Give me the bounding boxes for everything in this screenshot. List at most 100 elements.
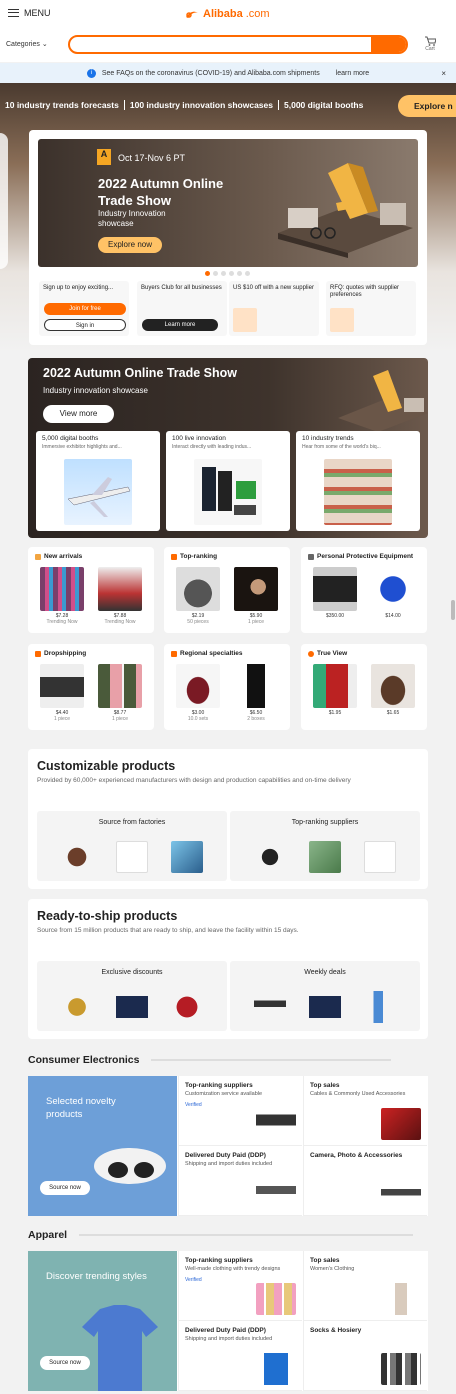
tile-top-ranking[interactable]: Top-ranking $2.19 50 pieces $5.90 1 piece: [164, 547, 290, 633]
product-item[interactable]: $8.77 1 piece: [94, 664, 146, 724]
hamburger-icon: [8, 9, 19, 17]
exclusive-discounts-box[interactable]: Exclusive discounts: [37, 961, 227, 1031]
apparel-heading: Apparel: [28, 1229, 414, 1241]
sign-in-button[interactable]: Sign in: [44, 319, 126, 331]
tile-header: Personal Protective Equipment: [308, 553, 413, 560]
trade-card-innovation[interactable]: 100 live innovation Interact directly wi…: [166, 431, 290, 531]
polo-image-icon: [308, 991, 341, 1023]
tile-regional[interactable]: Regional specialties $3.00 10.0 sets $6.5…: [164, 644, 290, 730]
top-suppliers-box[interactable]: Top-ranking suppliers: [230, 811, 420, 881]
divider: [79, 1234, 414, 1236]
product-item[interactable]: $5.90 1 piece: [230, 567, 282, 627]
regional-icon: [171, 650, 177, 657]
logo-mark-icon: [186, 11, 198, 18]
tile-dropshipping[interactable]: Dropshipping $4.40 1 piece $8.77 1 piece: [28, 644, 154, 730]
learn-more-link[interactable]: learn more: [336, 70, 369, 77]
product-item[interactable]: $6.50 2 boxes: [230, 664, 282, 724]
card-desc: Hear from some of the world's biq...: [302, 444, 381, 450]
electronics-camera[interactable]: Camera, Photo & Accessories: [303, 1146, 427, 1216]
carousel-dot[interactable]: [245, 271, 250, 276]
watch-image-icon: [253, 841, 286, 873]
strip-item[interactable]: 10 industry trends forecasts: [0, 100, 125, 110]
strip-item[interactable]: 100 industry innovation showcases: [125, 100, 279, 110]
apparel-feature[interactable]: Discover trending styles Source now: [28, 1251, 177, 1391]
trade-card-trends[interactable]: 10 industry trends Hear from some of the…: [296, 431, 420, 531]
join-free-button[interactable]: Join for free: [44, 303, 126, 315]
notice-text[interactable]: See FAQs on the coronavirus (COVID-19) a…: [102, 70, 320, 77]
product-image: [313, 664, 357, 708]
category-title[interactable]: Apparel: [28, 1229, 67, 1241]
promo-text: RFQ: quotes with supplier preferences: [330, 285, 400, 298]
scrollbar[interactable]: [451, 600, 455, 620]
explore-now-button[interactable]: Explore now: [98, 237, 162, 253]
carousel-dot[interactable]: [213, 271, 218, 276]
electronics-ddp[interactable]: Delivered Duty Paid (DDP) Shipping and i…: [178, 1146, 302, 1216]
source-factories-box[interactable]: Source from factories: [37, 811, 227, 881]
tile-header: Dropshipping: [35, 650, 86, 657]
strip-item[interactable]: 5,000 digital booths: [279, 100, 368, 110]
electronics-feature[interactable]: Selected novelty products Source now: [28, 1076, 177, 1216]
weekly-deals-box[interactable]: Weekly deals: [230, 961, 420, 1031]
product-item[interactable]: $7.88 Trending Now: [94, 567, 146, 627]
product-item[interactable]: $7.28 Trending Now: [36, 567, 88, 627]
product-image: [371, 664, 415, 708]
promo-coupon[interactable]: US $10 off with a new supplier: [229, 281, 319, 336]
a-logo-icon: A: [97, 149, 111, 165]
search-button[interactable]: [371, 37, 406, 52]
explore-button[interactable]: Explore n: [398, 95, 456, 117]
alibaba-logo[interactable]: Alibaba .com: [184, 8, 270, 20]
electronics-top-suppliers[interactable]: Top-ranking suppliers Customization serv…: [178, 1076, 302, 1146]
drone-image-icon: [253, 991, 286, 1023]
source-now-button[interactable]: Source now: [40, 1356, 90, 1370]
electronics-block: Selected novelty products Source now Top…: [28, 1076, 428, 1216]
apparel-top-sales[interactable]: Top sales Women's Clothing: [303, 1251, 427, 1321]
electronics-heading: Consumer Electronics: [28, 1054, 392, 1066]
apparel-socks[interactable]: Socks & Hosiery: [303, 1321, 427, 1391]
electronics-top-sales[interactable]: Top sales Cables & Commonly Used Accesso…: [303, 1076, 427, 1146]
product-item[interactable]: $2.19 50 pieces: [172, 567, 224, 627]
tile-true-view[interactable]: True View $1.95 $1.65: [301, 644, 427, 730]
tile-header: True View: [308, 650, 347, 657]
tile-new-arrivals[interactable]: New arrivals $7.28 Trending Now $7.88 Tren…: [28, 547, 154, 633]
category-title[interactable]: Consumer Electronics: [28, 1054, 139, 1066]
learn-more-button[interactable]: Learn more: [142, 319, 218, 331]
earrings-image-icon: [364, 841, 397, 873]
carousel-dot[interactable]: [229, 271, 234, 276]
product-item[interactable]: $4.40 1 piece: [36, 664, 88, 724]
promo-rfq[interactable]: RFQ: quotes with supplier preferences: [326, 281, 416, 336]
menu-button[interactable]: MENU: [8, 8, 51, 18]
product-item[interactable]: $1.95: [309, 664, 361, 724]
event-date: Oct 17-Nov 6 PT: [118, 153, 186, 163]
promo-text: Sign up to enjoy exciting...: [43, 285, 114, 291]
hero-banner[interactable]: A Oct 17-Nov 6 PT 2022 Autumn Online Tra…: [38, 139, 418, 267]
drone-image-icon: [256, 1178, 296, 1210]
tile-ppe[interactable]: Personal Protective Equipment $350.00 $1…: [301, 547, 427, 633]
socks-image-icon: [381, 1353, 421, 1385]
promo-buyers-club[interactable]: Buyers Club for all businesses Learn mor…: [137, 281, 227, 336]
carousel-dot[interactable]: [221, 271, 226, 276]
cell-desc: Shipping and import duties included: [185, 1336, 273, 1342]
carousel-dot[interactable]: [205, 271, 210, 276]
carousel-dot[interactable]: [237, 271, 242, 276]
product-item[interactable]: $14.00: [367, 567, 419, 627]
apparel-top-suppliers[interactable]: Top-ranking suppliers Well-made clothing…: [178, 1251, 302, 1321]
dispenser-image-icon: [364, 991, 397, 1023]
product-item[interactable]: $1.65: [367, 664, 419, 724]
product-item[interactable]: $350.00: [309, 567, 361, 627]
carousel-prev-card[interactable]: [0, 133, 8, 269]
product-price: $1.65: [386, 710, 400, 716]
card-title: 5,000 digital booths: [42, 435, 99, 442]
categories-dropdown[interactable]: Categories ⌄: [6, 40, 48, 48]
phone-case-image-icon: [171, 841, 204, 873]
apparel-ddp[interactable]: Delivered Duty Paid (DDP) Shipping and i…: [178, 1321, 302, 1391]
product-item[interactable]: $3.00 10.0 sets: [172, 664, 224, 724]
close-icon[interactable]: ×: [441, 69, 446, 78]
scarf-image-icon: [171, 991, 204, 1023]
product-sub: Trending Now: [104, 619, 136, 625]
search-input[interactable]: [70, 40, 370, 52]
view-more-button[interactable]: View more: [43, 405, 114, 423]
cart-button[interactable]: Cart: [424, 36, 436, 52]
trade-card-booths[interactable]: 5,000 digital booths Immersive exhibitor…: [36, 431, 160, 531]
source-now-button[interactable]: Source now: [40, 1181, 90, 1195]
cell-title: Top sales: [310, 1257, 340, 1264]
